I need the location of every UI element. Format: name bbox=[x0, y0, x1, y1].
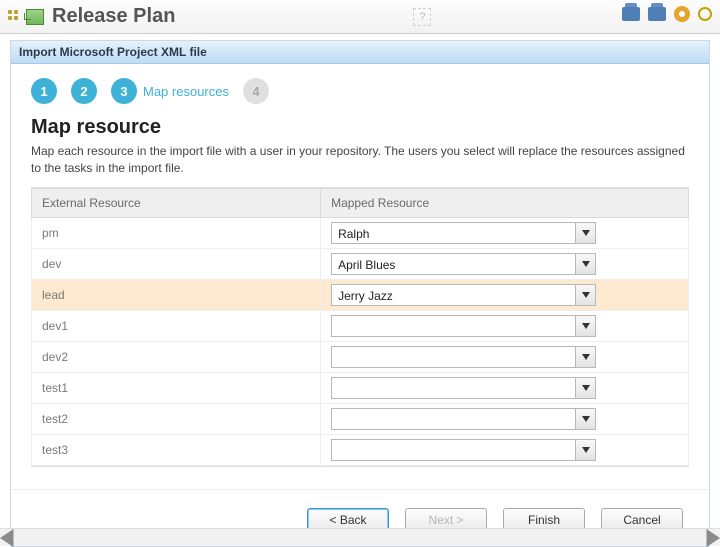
scroll-left-icon[interactable] bbox=[0, 530, 18, 546]
select-value: Ralph bbox=[332, 223, 575, 243]
table-row: test2 bbox=[32, 403, 689, 434]
mapped-resource-select[interactable] bbox=[331, 315, 596, 337]
mapped-resource-cell: Jerry Jazz bbox=[321, 279, 689, 310]
box-icon-2[interactable] bbox=[648, 7, 666, 21]
wizard-step-4[interactable]: 4 bbox=[243, 78, 269, 104]
select-value bbox=[332, 316, 575, 336]
mapped-resource-select[interactable]: April Blues bbox=[331, 253, 596, 275]
chevron-down-icon[interactable] bbox=[575, 440, 595, 460]
table-row: test3 bbox=[32, 434, 689, 465]
select-value bbox=[332, 440, 575, 460]
external-resource-cell: pm bbox=[32, 217, 321, 248]
mapped-resource-select[interactable]: Jerry Jazz bbox=[331, 284, 596, 306]
chevron-down-icon[interactable] bbox=[575, 378, 595, 398]
table-row: dev1 bbox=[32, 310, 689, 341]
table-row: dev2 bbox=[32, 341, 689, 372]
external-resource-cell: dev2 bbox=[32, 341, 321, 372]
chevron-down-icon[interactable] bbox=[575, 223, 595, 243]
help-icon[interactable]: ? bbox=[413, 8, 431, 26]
wizard-steps: 1 2 3 Map resources 4 bbox=[11, 64, 709, 112]
step-circle: 4 bbox=[243, 78, 269, 104]
wizard-step-3[interactable]: 3 Map resources bbox=[111, 78, 229, 104]
wizard-step-1[interactable]: 1 bbox=[31, 78, 57, 104]
chevron-down-icon[interactable] bbox=[575, 285, 595, 305]
mapped-resource-select[interactable] bbox=[331, 439, 596, 461]
table-row: test1 bbox=[32, 372, 689, 403]
mapped-resource-select[interactable] bbox=[331, 346, 596, 368]
mapped-resource-select[interactable] bbox=[331, 408, 596, 430]
page-title: Release Plan bbox=[52, 5, 175, 28]
section-title: Map resource bbox=[11, 116, 709, 139]
table-row: lead Jerry Jazz bbox=[32, 279, 689, 310]
mapped-resource-select[interactable]: Ralph bbox=[331, 222, 596, 244]
mapped-resource-cell bbox=[321, 372, 689, 403]
mapped-resource-cell bbox=[321, 403, 689, 434]
select-value: Jerry Jazz bbox=[332, 285, 575, 305]
scroll-right-icon[interactable] bbox=[702, 530, 720, 546]
mapped-resource-cell bbox=[321, 310, 689, 341]
mapped-resource-select[interactable] bbox=[331, 377, 596, 399]
select-value bbox=[332, 347, 575, 367]
box-icon[interactable] bbox=[622, 7, 640, 21]
wizard-step-2[interactable]: 2 bbox=[71, 78, 97, 104]
gear-icon[interactable] bbox=[674, 6, 690, 22]
mapping-table: External Resource Mapped Resource pm Ralp… bbox=[31, 187, 689, 467]
mapped-resource-cell bbox=[321, 434, 689, 465]
section-description: Map each resource in the import file wit… bbox=[11, 143, 709, 187]
horizontal-scrollbar[interactable] bbox=[0, 528, 720, 546]
step-label: Map resources bbox=[143, 84, 229, 99]
chevron-down-icon[interactable] bbox=[575, 316, 595, 336]
dialog-title: Import Microsoft Project XML file bbox=[11, 41, 709, 64]
step-circle: 2 bbox=[71, 78, 97, 104]
external-resource-cell: test1 bbox=[32, 372, 321, 403]
table-row: dev April Blues bbox=[32, 248, 689, 279]
external-resource-cell: dev1 bbox=[32, 310, 321, 341]
app-header: Release Plan ? bbox=[0, 0, 720, 34]
grip-icon bbox=[8, 10, 22, 24]
link-icon[interactable] bbox=[698, 7, 712, 21]
external-resource-cell: dev bbox=[32, 248, 321, 279]
chevron-down-icon[interactable] bbox=[575, 409, 595, 429]
plan-icon bbox=[26, 9, 44, 25]
select-value: April Blues bbox=[332, 254, 575, 274]
step-circle: 3 bbox=[111, 78, 137, 104]
col-mapped-resource: Mapped Resource bbox=[321, 188, 689, 217]
mapped-resource-cell: April Blues bbox=[321, 248, 689, 279]
step-circle: 1 bbox=[31, 78, 57, 104]
mapped-resource-cell bbox=[321, 341, 689, 372]
col-external-resource: External Resource bbox=[32, 188, 321, 217]
select-value bbox=[332, 409, 575, 429]
table-row: pm Ralph bbox=[32, 217, 689, 248]
external-resource-cell: test2 bbox=[32, 403, 321, 434]
scrollbar-track[interactable] bbox=[18, 529, 702, 546]
import-dialog: Import Microsoft Project XML file 1 2 3 … bbox=[10, 40, 710, 547]
external-resource-cell: lead bbox=[32, 279, 321, 310]
external-resource-cell: test3 bbox=[32, 434, 321, 465]
chevron-down-icon[interactable] bbox=[575, 254, 595, 274]
header-left-icons bbox=[8, 9, 44, 25]
chevron-down-icon[interactable] bbox=[575, 347, 595, 367]
select-value bbox=[332, 378, 575, 398]
header-right-icons bbox=[622, 6, 712, 22]
mapped-resource-cell: Ralph bbox=[321, 217, 689, 248]
